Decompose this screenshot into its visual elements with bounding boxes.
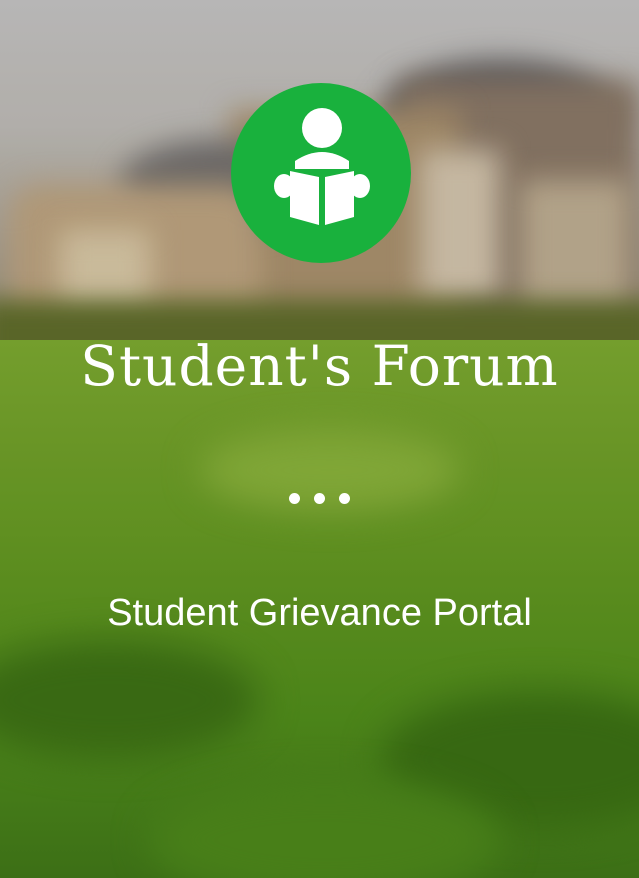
student-reading-book-icon bbox=[274, 108, 370, 227]
dot bbox=[289, 493, 300, 504]
splash-screen: Student's Forum Student Grievance Portal bbox=[0, 0, 639, 878]
app-logo bbox=[231, 83, 411, 263]
dot bbox=[314, 493, 325, 504]
app-subtitle: Student Grievance Portal bbox=[107, 592, 532, 634]
dot bbox=[339, 493, 350, 504]
splash-content: Student's Forum Student Grievance Portal bbox=[0, 0, 639, 878]
app-title: Student's Forum bbox=[80, 334, 559, 398]
ellipsis-dots-icon bbox=[0, 493, 639, 513]
